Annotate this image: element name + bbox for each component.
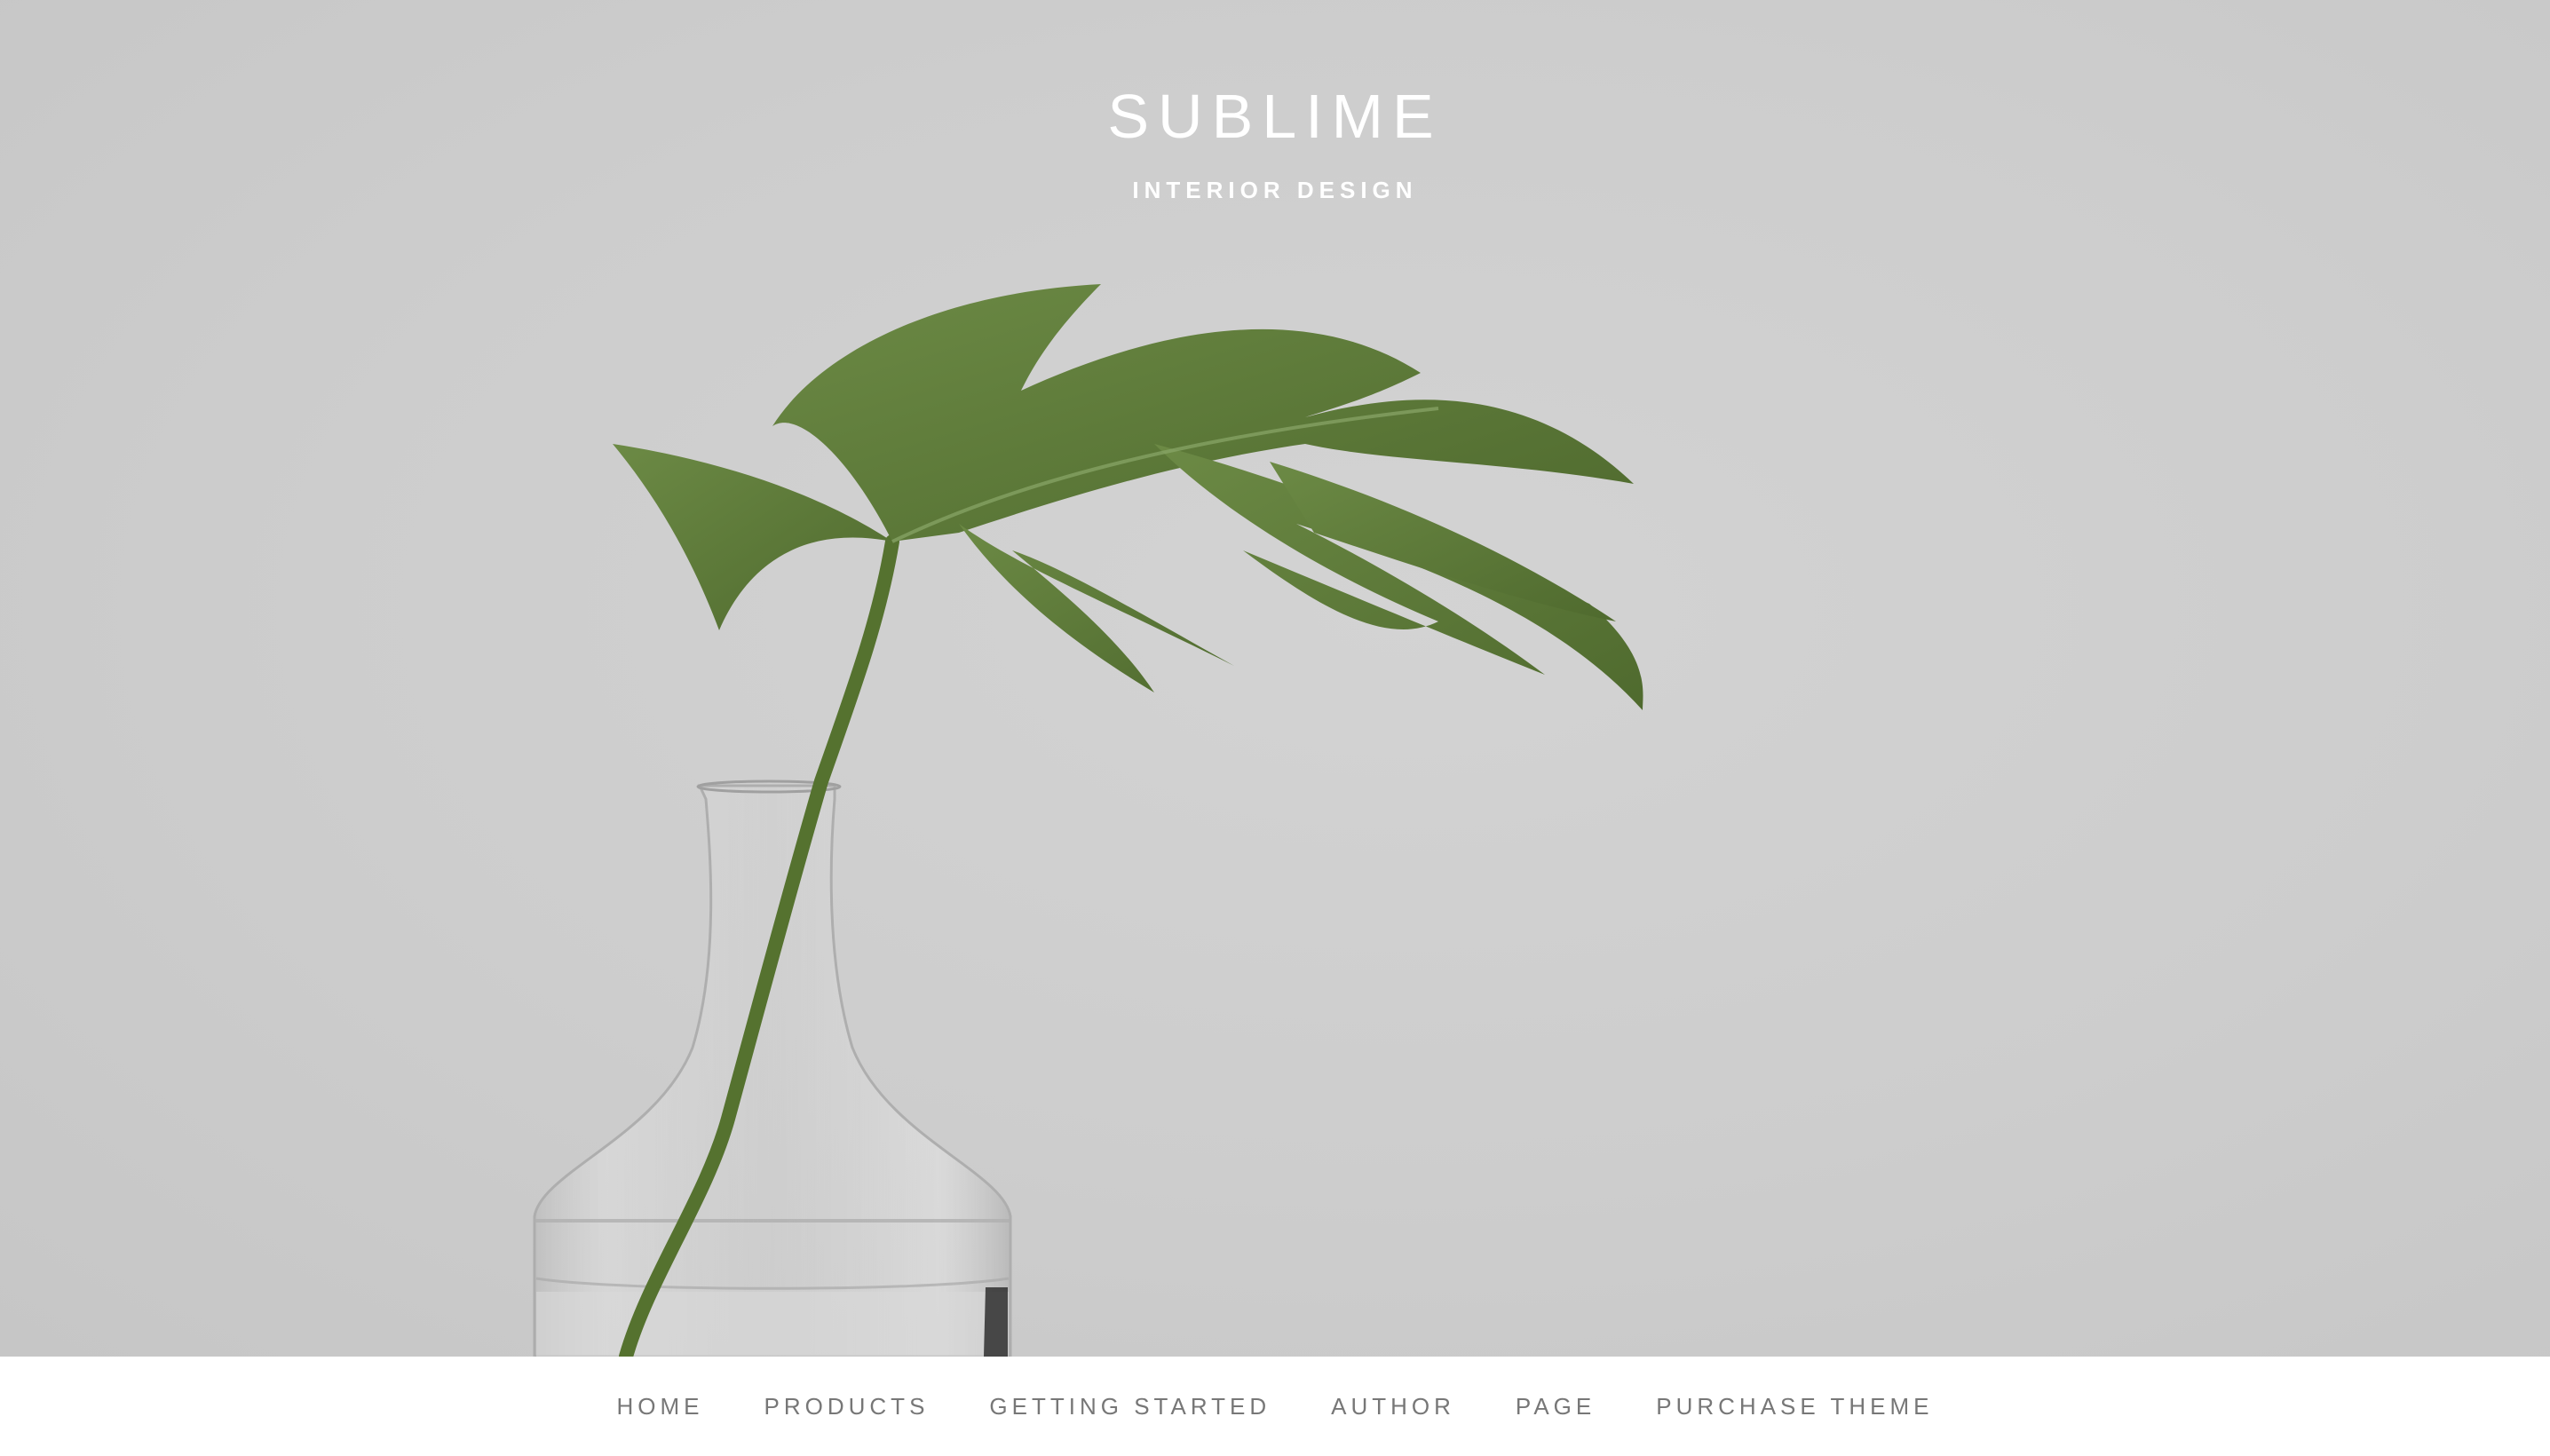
nav-item-getting-started[interactable]: GETTING STARTED (959, 1357, 1301, 1456)
site-tagline: INTERIOR DESIGN (1132, 177, 1418, 203)
nav-item-home[interactable]: HOME (587, 1357, 734, 1456)
monstera-leaf (613, 284, 1643, 710)
site-title[interactable]: SUBLIME (0, 78, 2550, 154)
nav-item-author[interactable]: AUTHOR (1301, 1357, 1485, 1456)
nav-item-products[interactable]: PRODUCTS (734, 1357, 960, 1456)
hero-banner: SUBLIME INTERIOR DESIGN (0, 0, 2550, 1357)
nav-item-purchase-theme[interactable]: PURCHASE THEME (1626, 1357, 1963, 1456)
nav-item-page[interactable]: PAGE (1485, 1357, 1626, 1456)
main-navigation: HOME PRODUCTS GETTING STARTED AUTHOR PAG… (0, 1357, 2550, 1456)
vase-shape (533, 779, 1012, 1357)
